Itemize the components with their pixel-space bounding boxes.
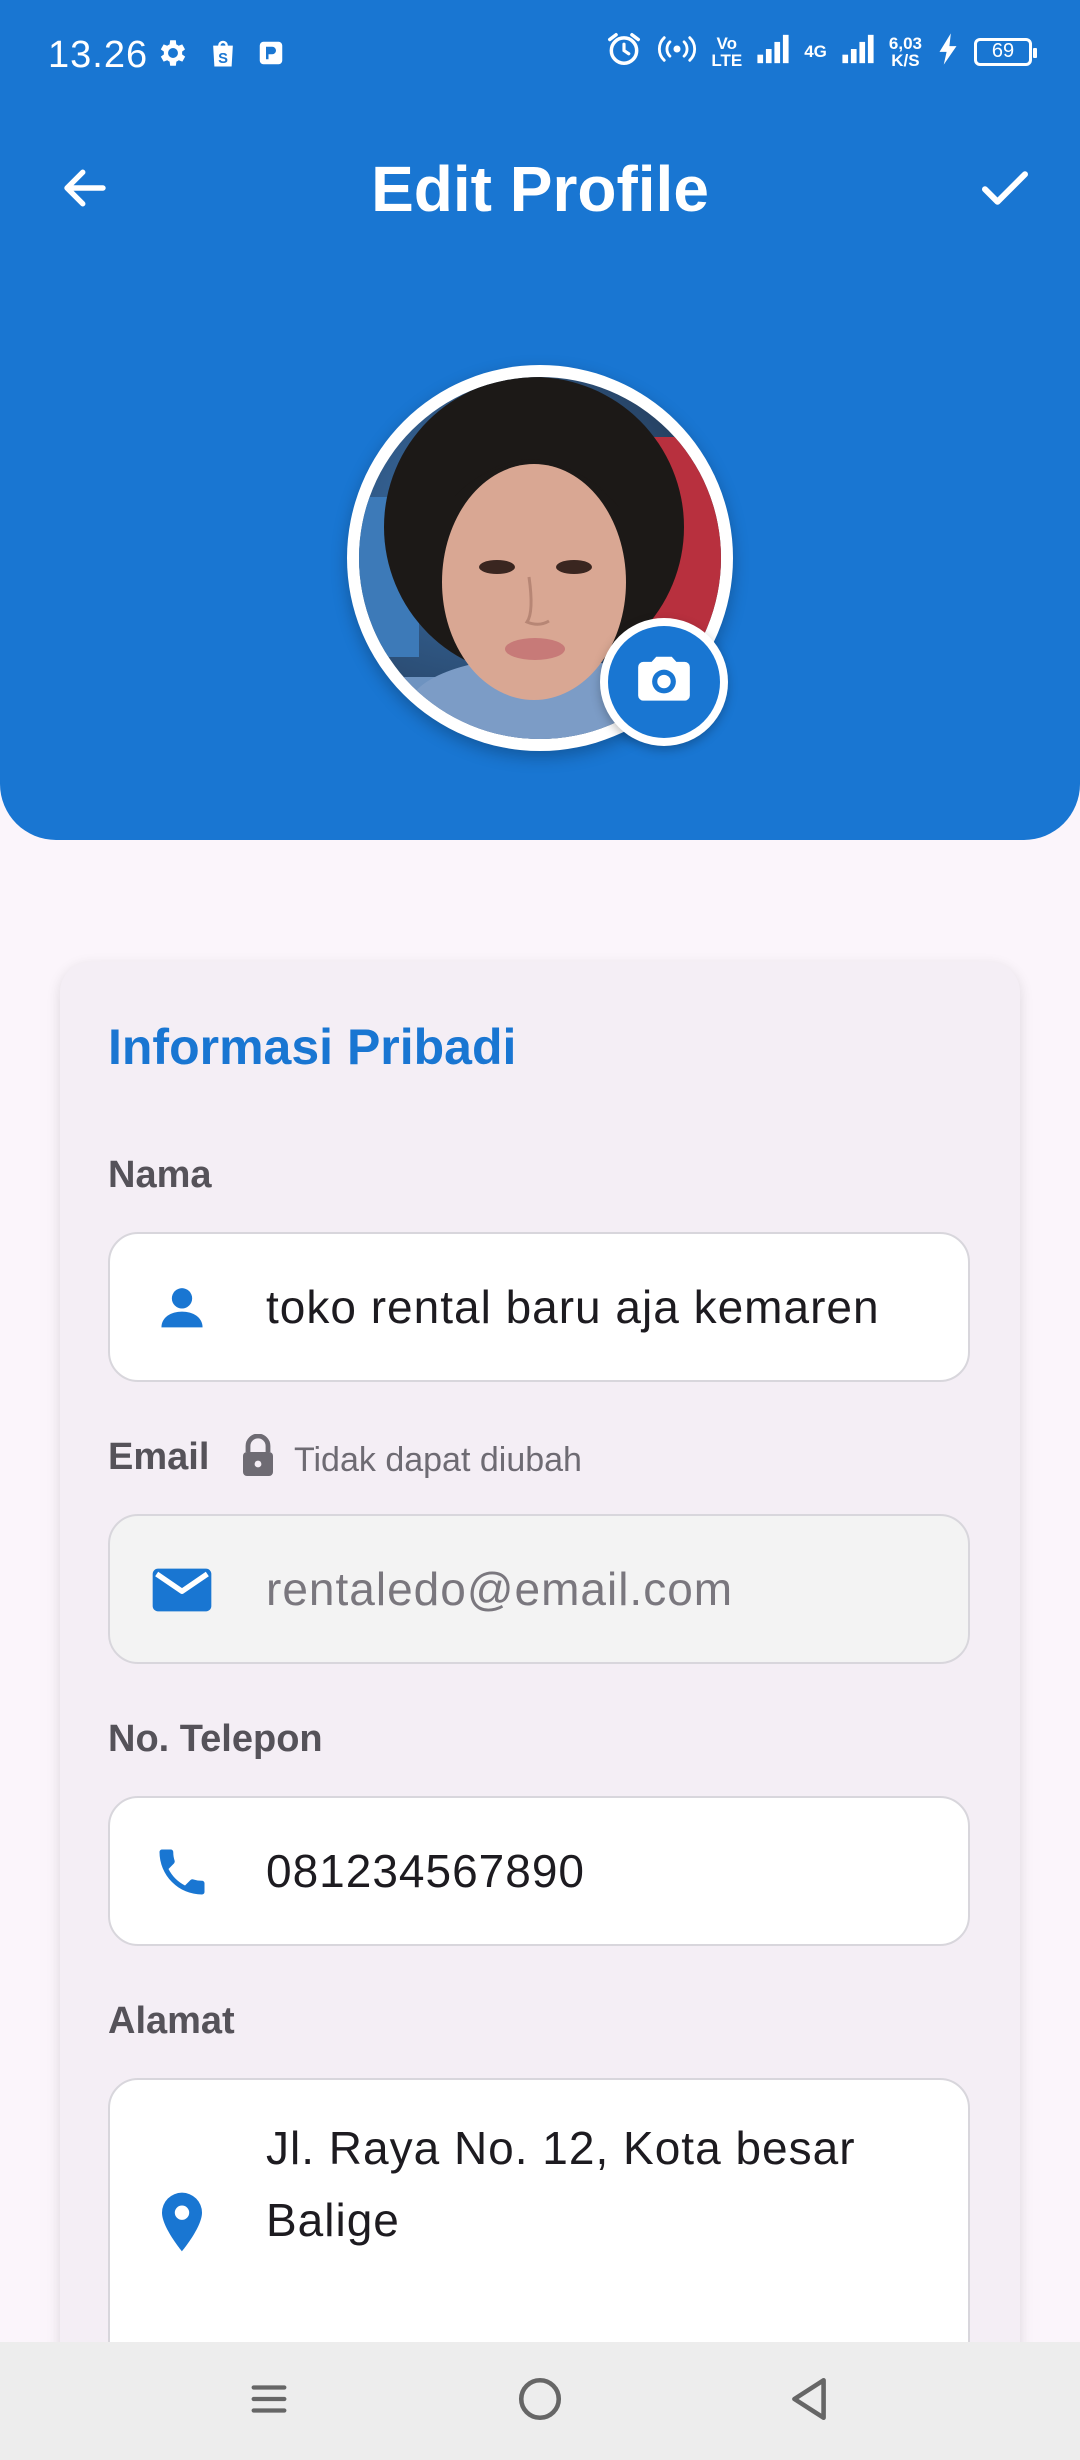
email-note-text: Tidak dapat diubah — [294, 1441, 582, 1479]
phone-value: 081234567890 — [266, 1845, 585, 1897]
battery-indicator: 69 — [974, 37, 1037, 66]
svg-text:S: S — [218, 51, 228, 67]
battery-level: 69 — [991, 40, 1015, 62]
charging-icon — [936, 32, 960, 71]
check-icon — [975, 158, 1035, 223]
home-button[interactable] — [505, 2366, 575, 2436]
email-label: Email — [108, 1436, 210, 1478]
net-speed: 6,03 K/S — [889, 35, 922, 69]
status-bar: 13.26 S Vo LTE 4G 6,03 K/S 69 — [0, 0, 1080, 110]
email-value: rentaledo@email.com — [266, 1563, 734, 1615]
triangle-back-icon — [786, 2374, 832, 2429]
parking-app-icon — [256, 38, 286, 73]
status-left-icons: S — [156, 36, 286, 75]
shopping-bag-icon: S — [208, 37, 238, 74]
location-pin-icon — [150, 2190, 214, 2254]
change-photo-button[interactable] — [600, 618, 728, 746]
home-circle-icon — [515, 2374, 565, 2429]
hotspot-icon — [657, 32, 697, 71]
personal-info-card: Informasi Pribadi Nama toko rental baru … — [60, 962, 1020, 2418]
menu-icon — [246, 2376, 292, 2427]
phone-label: No. Telepon — [108, 1718, 323, 1760]
phone-icon — [150, 1840, 214, 1904]
name-field[interactable]: toko rental baru aja kemaren — [108, 1232, 970, 1382]
settings-gear-icon — [156, 36, 190, 75]
mail-icon — [150, 1558, 214, 1622]
net-speed-unit: K/S — [891, 50, 920, 70]
volte-indicator: Vo LTE — [711, 35, 742, 69]
signal-icon — [756, 33, 790, 70]
email-lock-note: Tidak dapat diubah — [238, 1433, 582, 1487]
alarm-icon — [605, 30, 643, 73]
page-title: Edit Profile — [371, 153, 709, 225]
volte-bottom-label: LTE — [711, 50, 743, 70]
back-nav-button[interactable] — [774, 2366, 844, 2436]
email-field: rentaledo@email.com — [108, 1514, 970, 1664]
recent-apps-button[interactable] — [234, 2366, 304, 2436]
camera-icon — [633, 649, 695, 716]
change-photo-button-inner — [608, 626, 720, 738]
lock-icon — [238, 1433, 278, 1487]
name-label: Nama — [108, 1154, 212, 1196]
name-value: toko rental baru aja kemaren — [266, 1281, 880, 1333]
status-right-icons: Vo LTE 4G 6,03 K/S 69 — [605, 30, 1037, 73]
section-title: Informasi Pribadi — [108, 1019, 517, 1075]
address-value: Jl. Raya No. 12, Kota besar Balige — [266, 2122, 856, 2246]
network-type-label: 4G — [804, 42, 827, 61]
status-time: 13.26 — [48, 34, 149, 76]
signal-2-icon — [841, 33, 875, 70]
phone-field[interactable]: 081234567890 — [108, 1796, 970, 1946]
save-button[interactable] — [970, 155, 1040, 225]
system-nav-bar — [0, 2342, 1080, 2460]
address-label: Alamat — [108, 2000, 235, 2042]
app-bar: Edit Profile — [0, 130, 1080, 250]
person-icon — [150, 1276, 214, 1340]
